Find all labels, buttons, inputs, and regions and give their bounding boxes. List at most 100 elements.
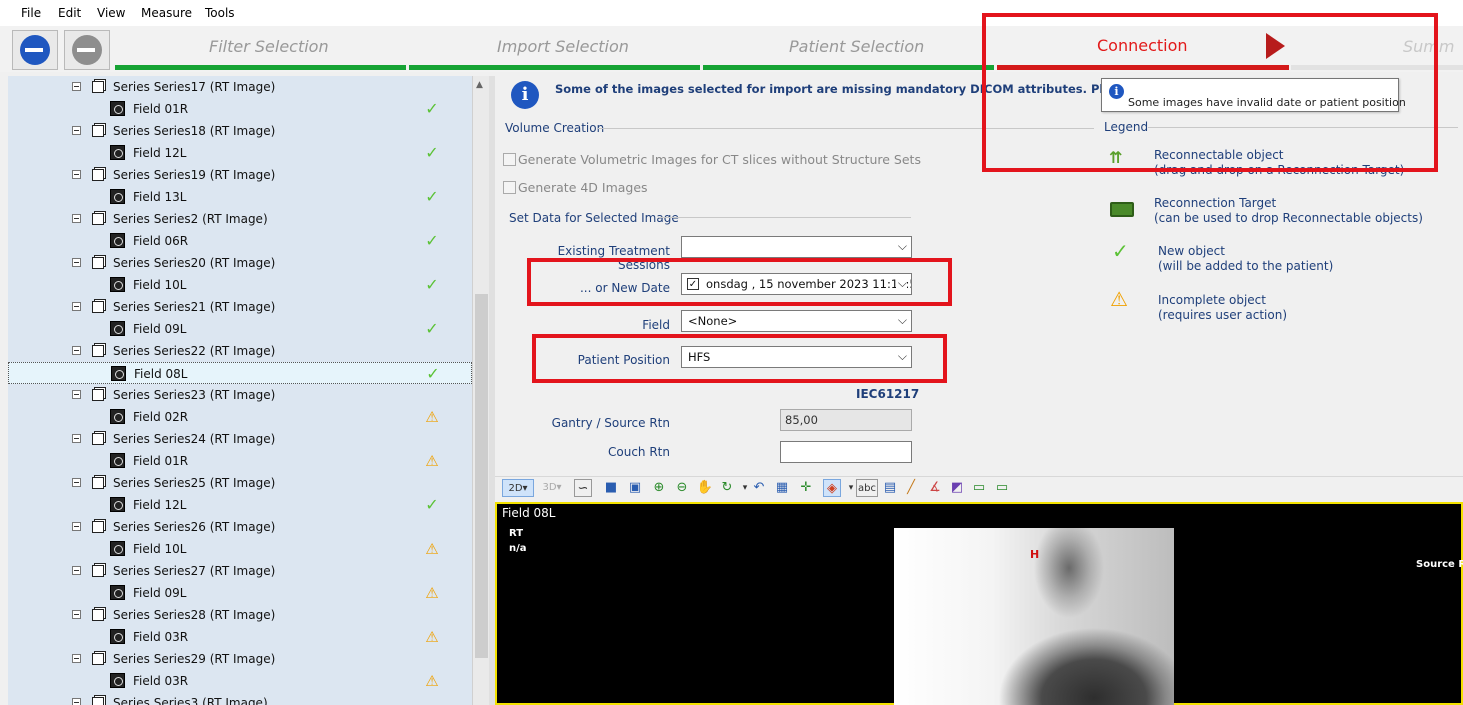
collapse-icon[interactable] bbox=[72, 478, 81, 487]
zoom-out-icon[interactable]: ⊖ bbox=[673, 479, 691, 497]
tree-series-row[interactable]: Series Series17 (RT Image) bbox=[8, 76, 472, 98]
checkmark-icon: ✓ bbox=[425, 275, 439, 294]
tree-scrollbar[interactable]: ▲ bbox=[472, 76, 489, 705]
tree-item-label: Series Series27 (RT Image) bbox=[113, 564, 276, 578]
tree-field-row[interactable]: Field 08L ✓ bbox=[8, 362, 472, 384]
mode-3d-button[interactable]: 3D▾ bbox=[537, 479, 567, 497]
scrollbar-thumb[interactable] bbox=[475, 294, 488, 658]
menu-tools[interactable]: Tools bbox=[205, 6, 235, 20]
tree-field-row[interactable]: Field 12L ✓ bbox=[8, 494, 472, 516]
zoom-in-icon[interactable]: ⊕ bbox=[650, 479, 668, 497]
collapse-icon[interactable] bbox=[72, 214, 81, 223]
mode-2d-button[interactable]: 2D▾ bbox=[502, 479, 534, 497]
collapse-icon[interactable] bbox=[72, 654, 81, 663]
tree-series-row[interactable]: Series Series19 (RT Image) bbox=[8, 164, 472, 186]
tree-field-row[interactable]: Field 12L ✓ bbox=[8, 142, 472, 164]
collapse-icon[interactable] bbox=[72, 610, 81, 619]
draw-roi-icon[interactable]: ◩ bbox=[948, 479, 966, 497]
tree-field-row[interactable]: Field 06R ✓ bbox=[8, 230, 472, 252]
crosshair-icon[interactable]: ✛ bbox=[797, 479, 815, 497]
tree-item-label: Field 09L bbox=[133, 322, 187, 336]
tree-series-row[interactable]: Series Series27 (RT Image) bbox=[8, 560, 472, 582]
field-dropdown[interactable]: <None> ⌵ bbox=[681, 310, 912, 332]
tree-item-label: Field 03R bbox=[133, 630, 189, 644]
generate-volumetric-checkbox[interactable] bbox=[503, 153, 516, 166]
forward-button[interactable] bbox=[64, 30, 110, 70]
annotation-text-button[interactable]: abc bbox=[856, 479, 878, 497]
checkmark-icon: ✓ bbox=[425, 99, 439, 118]
collapse-icon[interactable] bbox=[72, 522, 81, 531]
collapse-icon[interactable] bbox=[72, 698, 81, 705]
generate-4d-label: Generate 4D Images bbox=[518, 180, 648, 195]
collapse-icon[interactable] bbox=[72, 82, 81, 91]
curve-tool-icon[interactable]: ∽ bbox=[574, 479, 592, 497]
step-filter-selection[interactable]: Filter Selection bbox=[209, 37, 329, 56]
tree-item-label: Series Series20 (RT Image) bbox=[113, 256, 276, 270]
collapse-icon[interactable] bbox=[72, 566, 81, 575]
image-info-icon[interactable]: ▤ bbox=[881, 479, 899, 497]
tree-series-row[interactable]: Series Series22 (RT Image) bbox=[8, 340, 472, 362]
angle-measure-icon[interactable]: ∡ bbox=[926, 479, 944, 497]
tree-item-label: Series Series19 (RT Image) bbox=[113, 168, 276, 182]
tree-field-row[interactable]: Field 03R ⚠ bbox=[8, 670, 472, 692]
grid-icon[interactable]: ▦ bbox=[773, 479, 791, 497]
tree-series-row[interactable]: Series Series24 (RT Image) bbox=[8, 428, 472, 450]
tree-series-row[interactable]: Series Series28 (RT Image) bbox=[8, 604, 472, 626]
legend-new-desc: (will be added to the patient) bbox=[1158, 259, 1334, 273]
tree-field-row[interactable]: Field 02R ⚠ bbox=[8, 406, 472, 428]
window-level-icon[interactable]: ■ bbox=[602, 479, 620, 497]
tree-series-row[interactable]: Series Series21 (RT Image) bbox=[8, 296, 472, 318]
tree-series-row[interactable]: Series Series29 (RT Image) bbox=[8, 648, 472, 670]
series-icon bbox=[92, 81, 104, 93]
tree-field-row[interactable]: Field 10L ✓ bbox=[8, 274, 472, 296]
collapse-icon[interactable] bbox=[72, 258, 81, 267]
collapse-icon[interactable] bbox=[72, 302, 81, 311]
collapse-icon[interactable] bbox=[72, 170, 81, 179]
tree-field-row[interactable]: Field 01R ✓ bbox=[8, 98, 472, 120]
step-patient-selection[interactable]: Patient Selection bbox=[789, 37, 924, 56]
tree-series-row[interactable]: Series Series18 (RT Image) bbox=[8, 120, 472, 142]
warning-icon: ⚠ bbox=[425, 584, 439, 602]
rt-image-icon bbox=[110, 145, 125, 160]
tree-field-row[interactable]: Field 13L ✓ bbox=[8, 186, 472, 208]
series-tree[interactable]: Series Series17 (RT Image) Field 01R ✓ Seri… bbox=[8, 76, 472, 705]
scroll-up-icon[interactable]: ▲ bbox=[476, 80, 483, 90]
menu-edit[interactable]: Edit bbox=[58, 6, 81, 20]
tree-series-row[interactable]: Series Series25 (RT Image) bbox=[8, 472, 472, 494]
tree-field-row[interactable]: Field 09L ✓ bbox=[8, 318, 472, 340]
pan-hand-icon[interactable]: ✋ bbox=[696, 479, 714, 497]
tree-field-row[interactable]: Field 10L ⚠ bbox=[8, 538, 472, 560]
existing-sessions-dropdown[interactable]: ⌵ bbox=[681, 236, 912, 258]
back-button[interactable] bbox=[12, 30, 58, 70]
menu-view[interactable]: View bbox=[97, 6, 125, 20]
tree-field-row[interactable]: Field 09L ⚠ bbox=[8, 582, 472, 604]
legend-incomplete-object: Incomplete object (requires user action) bbox=[1158, 293, 1287, 323]
field-label: Field bbox=[642, 318, 670, 332]
couch-rotation-field[interactable] bbox=[780, 441, 912, 463]
tree-series-row[interactable]: Series Series26 (RT Image) bbox=[8, 516, 472, 538]
tree-series-row[interactable]: Series Series3 (RT Image) bbox=[8, 692, 472, 705]
collapse-icon[interactable] bbox=[72, 126, 81, 135]
tree-series-row[interactable]: Series Series2 (RT Image) bbox=[8, 208, 472, 230]
menu-measure[interactable]: Measure bbox=[141, 6, 192, 20]
generate-4d-checkbox[interactable] bbox=[503, 181, 516, 194]
gantry-rotation-field[interactable]: 85,00 bbox=[780, 409, 912, 431]
step-import-selection[interactable]: Import Selection bbox=[497, 37, 629, 56]
collapse-icon[interactable] bbox=[72, 390, 81, 399]
layout-icon[interactable]: ▣ bbox=[626, 479, 644, 497]
menu-file[interactable]: File bbox=[21, 6, 41, 20]
color-map-icon[interactable]: ◈ bbox=[823, 479, 841, 497]
ruler-icon[interactable]: ╱ bbox=[902, 479, 920, 497]
gantry-label: Gantry / Source Rtn bbox=[551, 416, 670, 430]
tree-series-row[interactable]: Series Series23 (RT Image) bbox=[8, 384, 472, 406]
tree-field-row[interactable]: Field 01R ⚠ bbox=[8, 450, 472, 472]
collapse-icon[interactable] bbox=[72, 346, 81, 355]
export-image-icon[interactable]: ▭ bbox=[993, 479, 1011, 497]
tree-series-row[interactable]: Series Series20 (RT Image) bbox=[8, 252, 472, 274]
rotate-icon[interactable]: ↻ bbox=[718, 479, 736, 497]
tree-field-row[interactable]: Field 03R ⚠ bbox=[8, 626, 472, 648]
screen-capture-icon[interactable]: ▭ bbox=[970, 479, 988, 497]
tree-item-label: Series Series21 (RT Image) bbox=[113, 300, 276, 314]
collapse-icon[interactable] bbox=[72, 434, 81, 443]
flip-icon[interactable]: ↶ bbox=[750, 479, 768, 497]
